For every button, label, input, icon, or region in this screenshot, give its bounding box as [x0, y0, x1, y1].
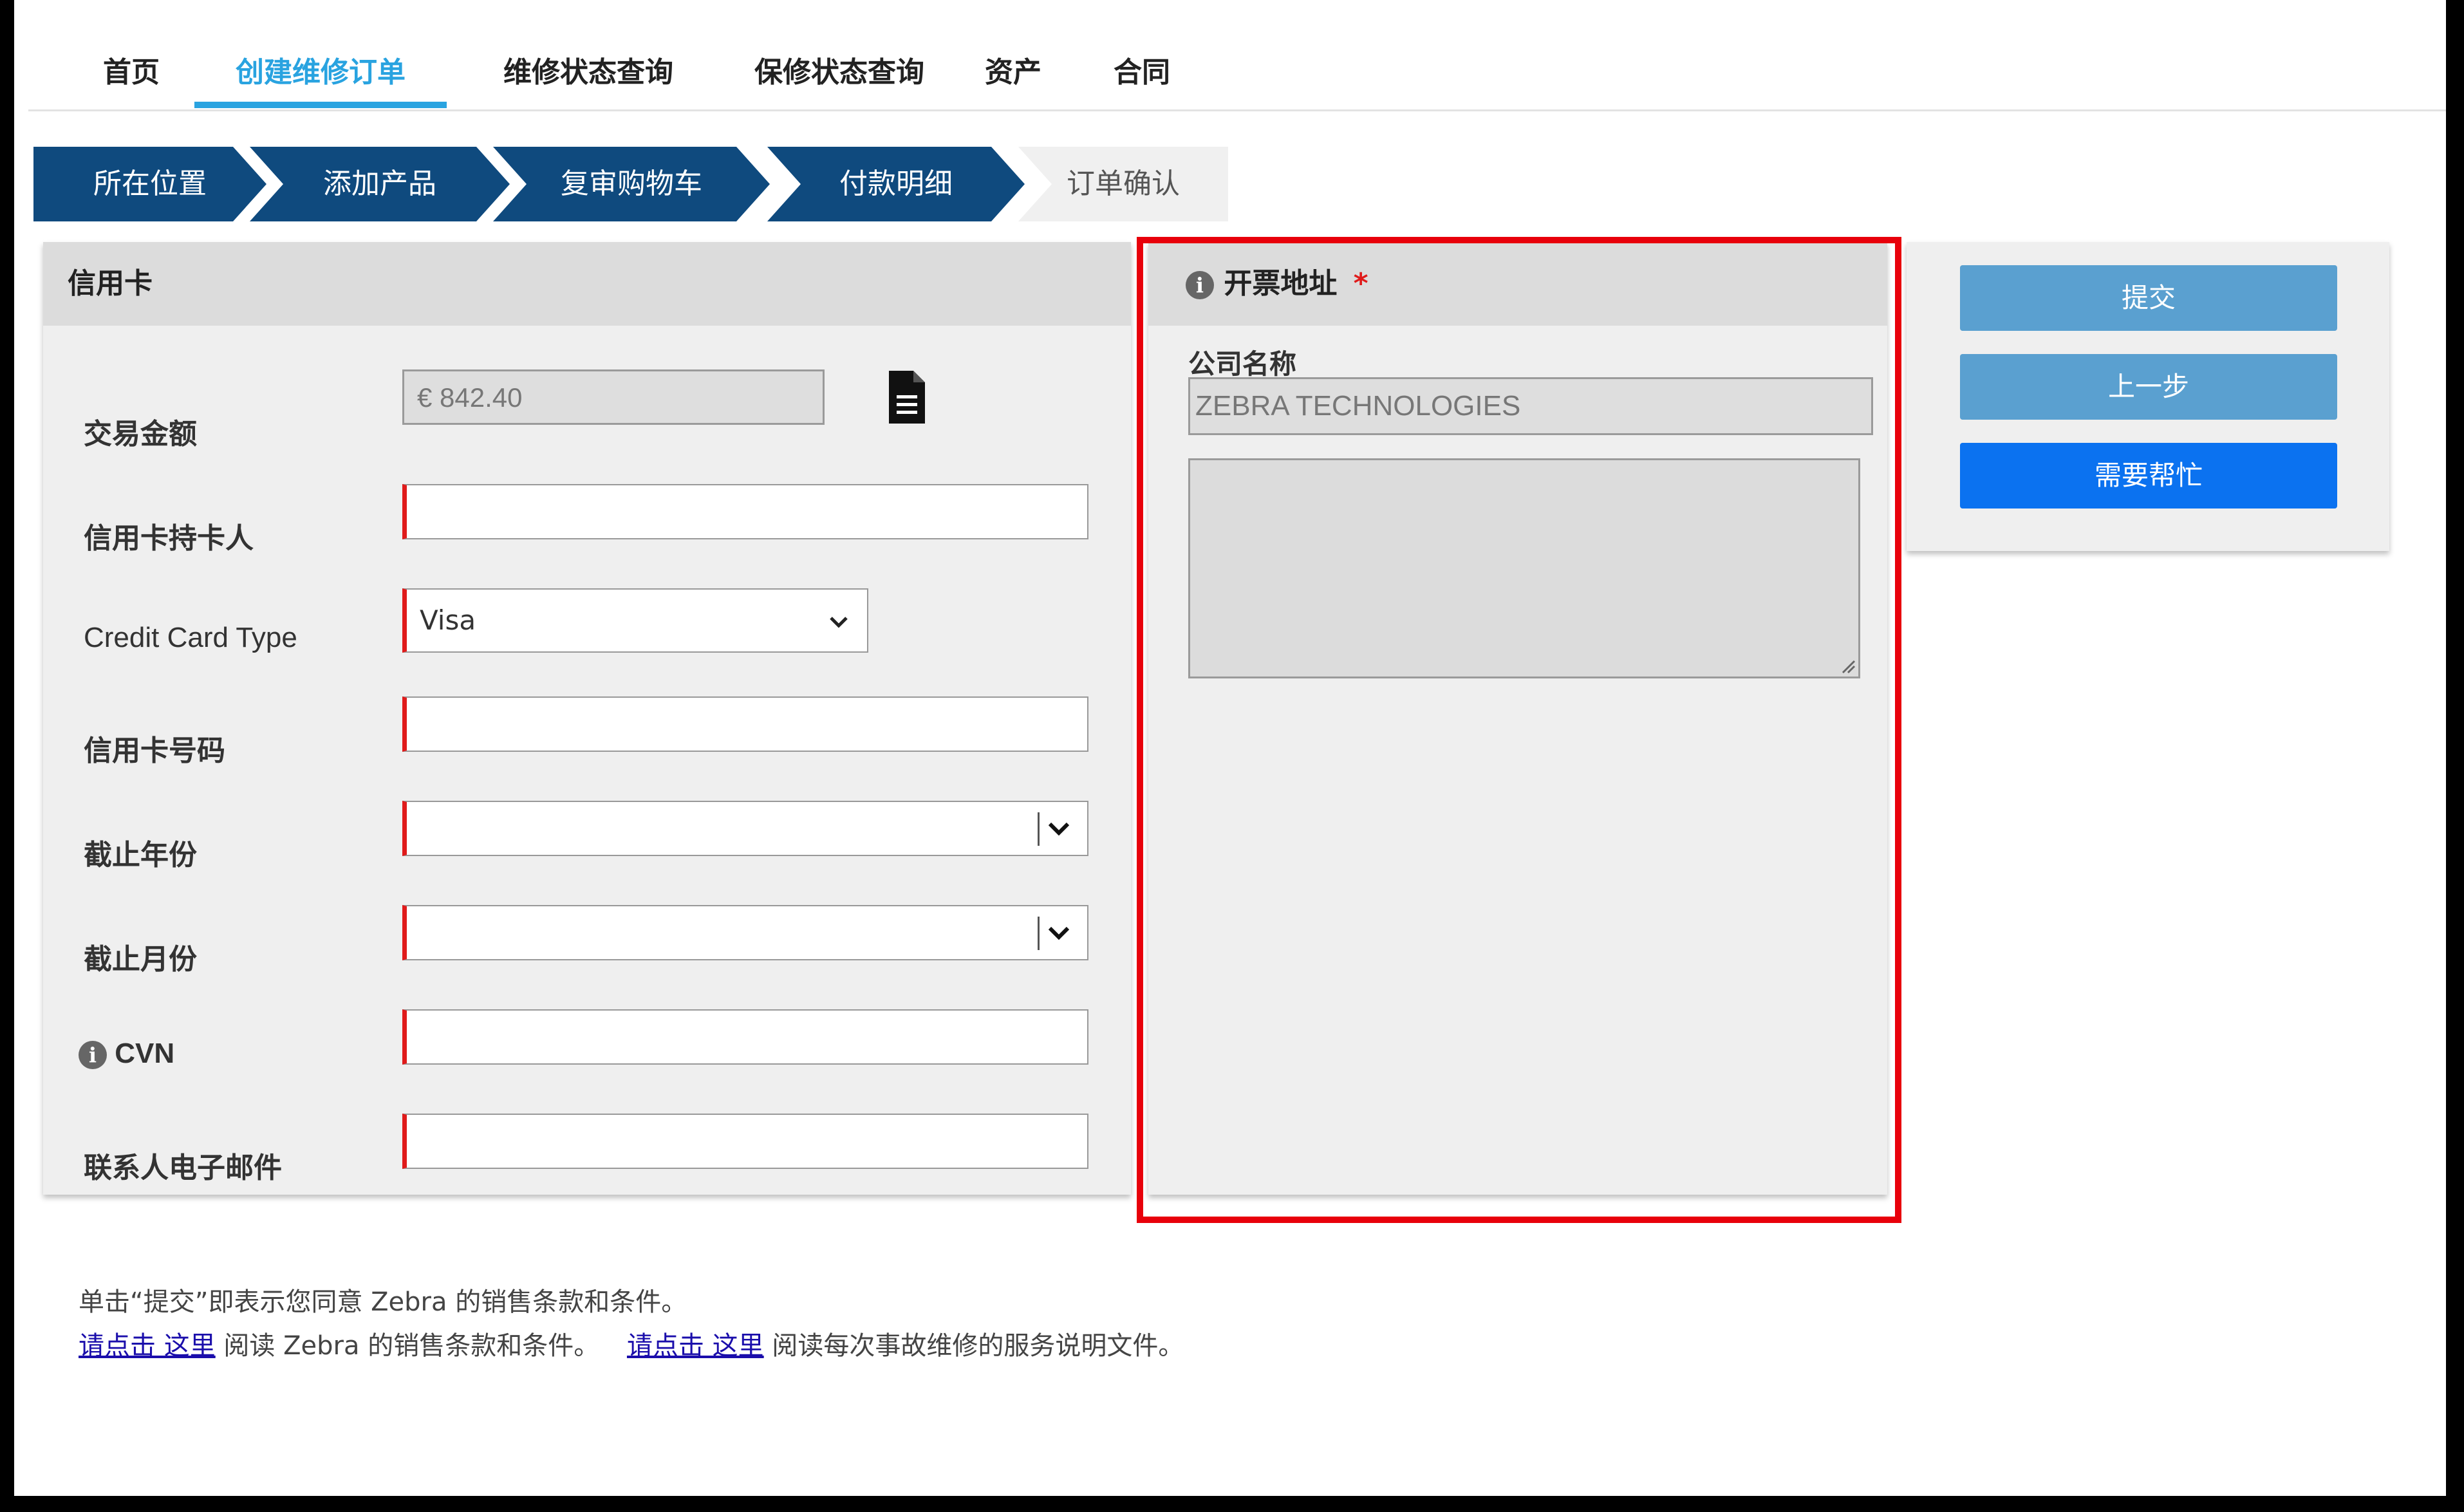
credit-card-panel: 信用卡 交易金额 € 842.40 信用卡持卡人 Credit Card Typ… — [43, 242, 1131, 1195]
service-doc-text: 阅读每次事故维修的服务说明文件。 — [763, 1331, 1184, 1361]
highlight-frame — [1137, 237, 1901, 1223]
cardholder-input[interactable] — [402, 484, 1088, 539]
step-add-product: 添加产品 — [250, 147, 510, 221]
submit-button[interactable]: 提交 — [1960, 265, 2337, 331]
cardholder-label: 信用卡持卡人 — [84, 522, 254, 555]
email-label: 联系人电子邮件 — [84, 1152, 282, 1184]
email-input[interactable] — [402, 1114, 1088, 1169]
card-number-label: 信用卡号码 — [84, 734, 225, 767]
nav-repair-status[interactable]: 维修状态查询 — [472, 37, 704, 108]
action-panel: 提交 上一步 需要帮忙 — [1907, 242, 2389, 551]
amount-field: € 842.40 — [402, 369, 825, 425]
info-icon[interactable]: i — [79, 1041, 107, 1070]
cvn-input[interactable] — [402, 1009, 1088, 1065]
nav-home[interactable]: 首页 — [80, 37, 183, 108]
cvn-label: i CVN — [79, 1038, 174, 1070]
nav-assets[interactable]: 资产 — [968, 37, 1058, 108]
exp-month-select[interactable] — [402, 905, 1088, 960]
card-type-value: Visa — [420, 604, 476, 636]
step-location: 所在位置 — [33, 147, 266, 221]
terms-link[interactable]: 请点击 这里 — [79, 1331, 216, 1361]
step-review-cart: 复审购物车 — [493, 147, 770, 221]
chevron-down-icon — [830, 617, 848, 628]
exp-year-label: 截止年份 — [84, 839, 197, 872]
step-payment-details: 付款明细 — [767, 147, 1025, 221]
cvn-label-text: CVN — [115, 1038, 175, 1069]
amount-label: 交易金额 — [84, 418, 197, 451]
dropdown-separator — [1038, 812, 1040, 846]
nav-contracts[interactable]: 合同 — [1097, 37, 1187, 108]
help-button[interactable]: 需要帮忙 — [1960, 443, 2337, 509]
nav-warranty-status[interactable]: 保修状态查询 — [723, 37, 955, 108]
dropdown-separator — [1038, 917, 1040, 950]
chevron-down-icon — [1048, 822, 1070, 836]
chevron-down-icon — [1048, 926, 1070, 940]
card-type-select[interactable]: Visa — [402, 588, 868, 653]
exp-year-select[interactable] — [402, 801, 1088, 856]
step-order-confirmation: 订单确认 — [1018, 147, 1228, 221]
terms-text: 阅读 Zebra 的销售条款和条件。 — [215, 1331, 600, 1361]
terms-links-line: 请点击 这里 阅读 Zebra 的销售条款和条件。 请点击 这里 阅读每次事故维… — [79, 1325, 1184, 1362]
card-type-label: Credit Card Type — [84, 622, 297, 653]
exp-month-label: 截止月份 — [84, 943, 197, 976]
document-icon[interactable] — [886, 369, 928, 425]
card-number-input[interactable] — [402, 696, 1088, 752]
service-doc-link[interactable]: 请点击 这里 — [627, 1331, 764, 1361]
credit-card-title: 信用卡 — [43, 242, 1131, 326]
previous-button[interactable]: 上一步 — [1960, 354, 2337, 420]
nav-create-repair-order[interactable]: 创建维修订单 — [194, 37, 447, 108]
page-canvas: 首页 创建维修订单 维修状态查询 保修状态查询 资产 合同 所在位置 添加产品 … — [14, 0, 2446, 1496]
top-nav: 首页 创建维修订单 维修状态查询 保修状态查询 资产 合同 — [28, 0, 2446, 111]
terms-notice: 单击“提交”即表示您同意 Zebra 的销售条款和条件。 — [79, 1287, 687, 1317]
